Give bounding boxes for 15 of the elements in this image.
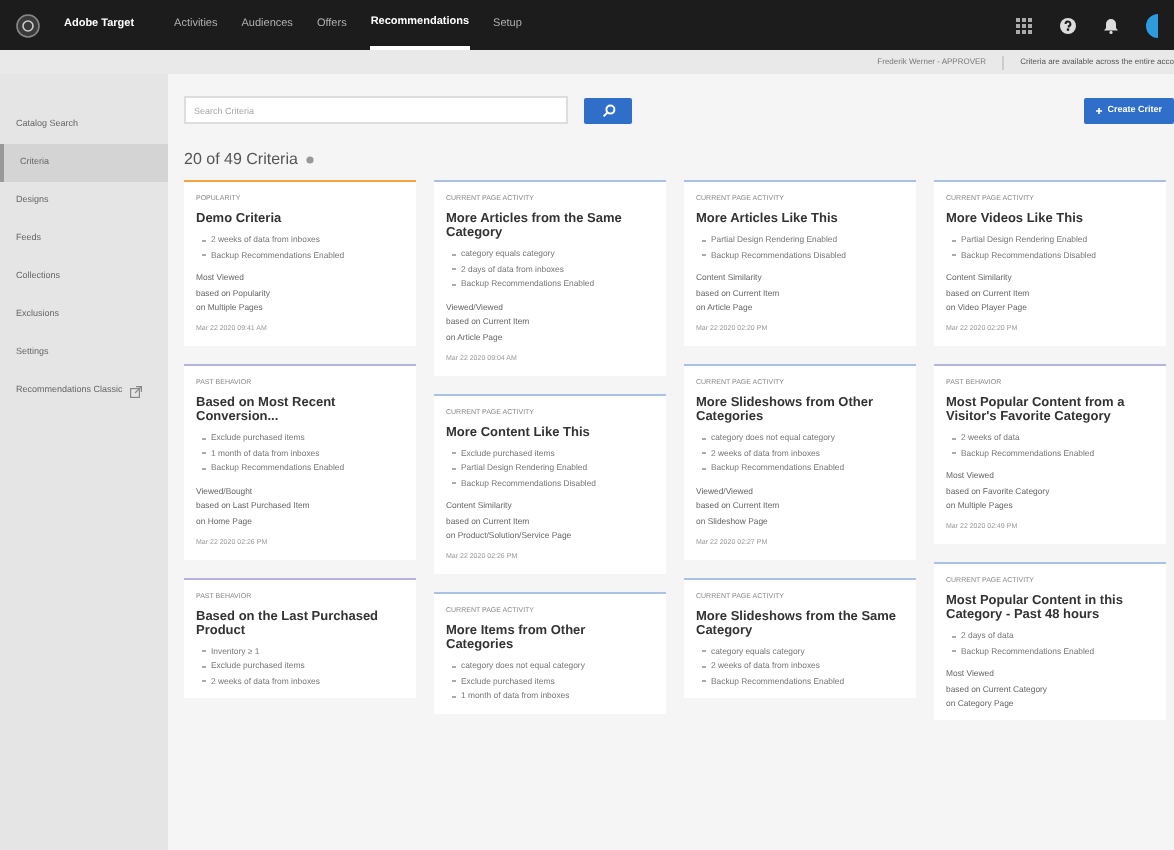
apps-grid-icon[interactable] bbox=[1016, 17, 1032, 33]
avatar-icon[interactable] bbox=[1146, 13, 1158, 37]
criteria-card[interactable] bbox=[684, 364, 916, 559]
search-button[interactable] bbox=[584, 97, 632, 123]
external-link-icon[interactable] bbox=[130, 385, 143, 397]
bell-icon[interactable] bbox=[1104, 17, 1118, 33]
logo-icon[interactable] bbox=[16, 13, 40, 37]
criteria-card[interactable] bbox=[184, 364, 416, 559]
search-icon bbox=[601, 103, 615, 117]
criteria-card[interactable] bbox=[434, 393, 666, 574]
criteria-card[interactable] bbox=[434, 180, 666, 375]
plus-icon bbox=[1095, 107, 1102, 113]
help-icon[interactable] bbox=[1060, 17, 1076, 33]
info-icon[interactable] bbox=[305, 156, 314, 164]
criteria-count: 20 of 49 Criteria bbox=[184, 148, 298, 172]
